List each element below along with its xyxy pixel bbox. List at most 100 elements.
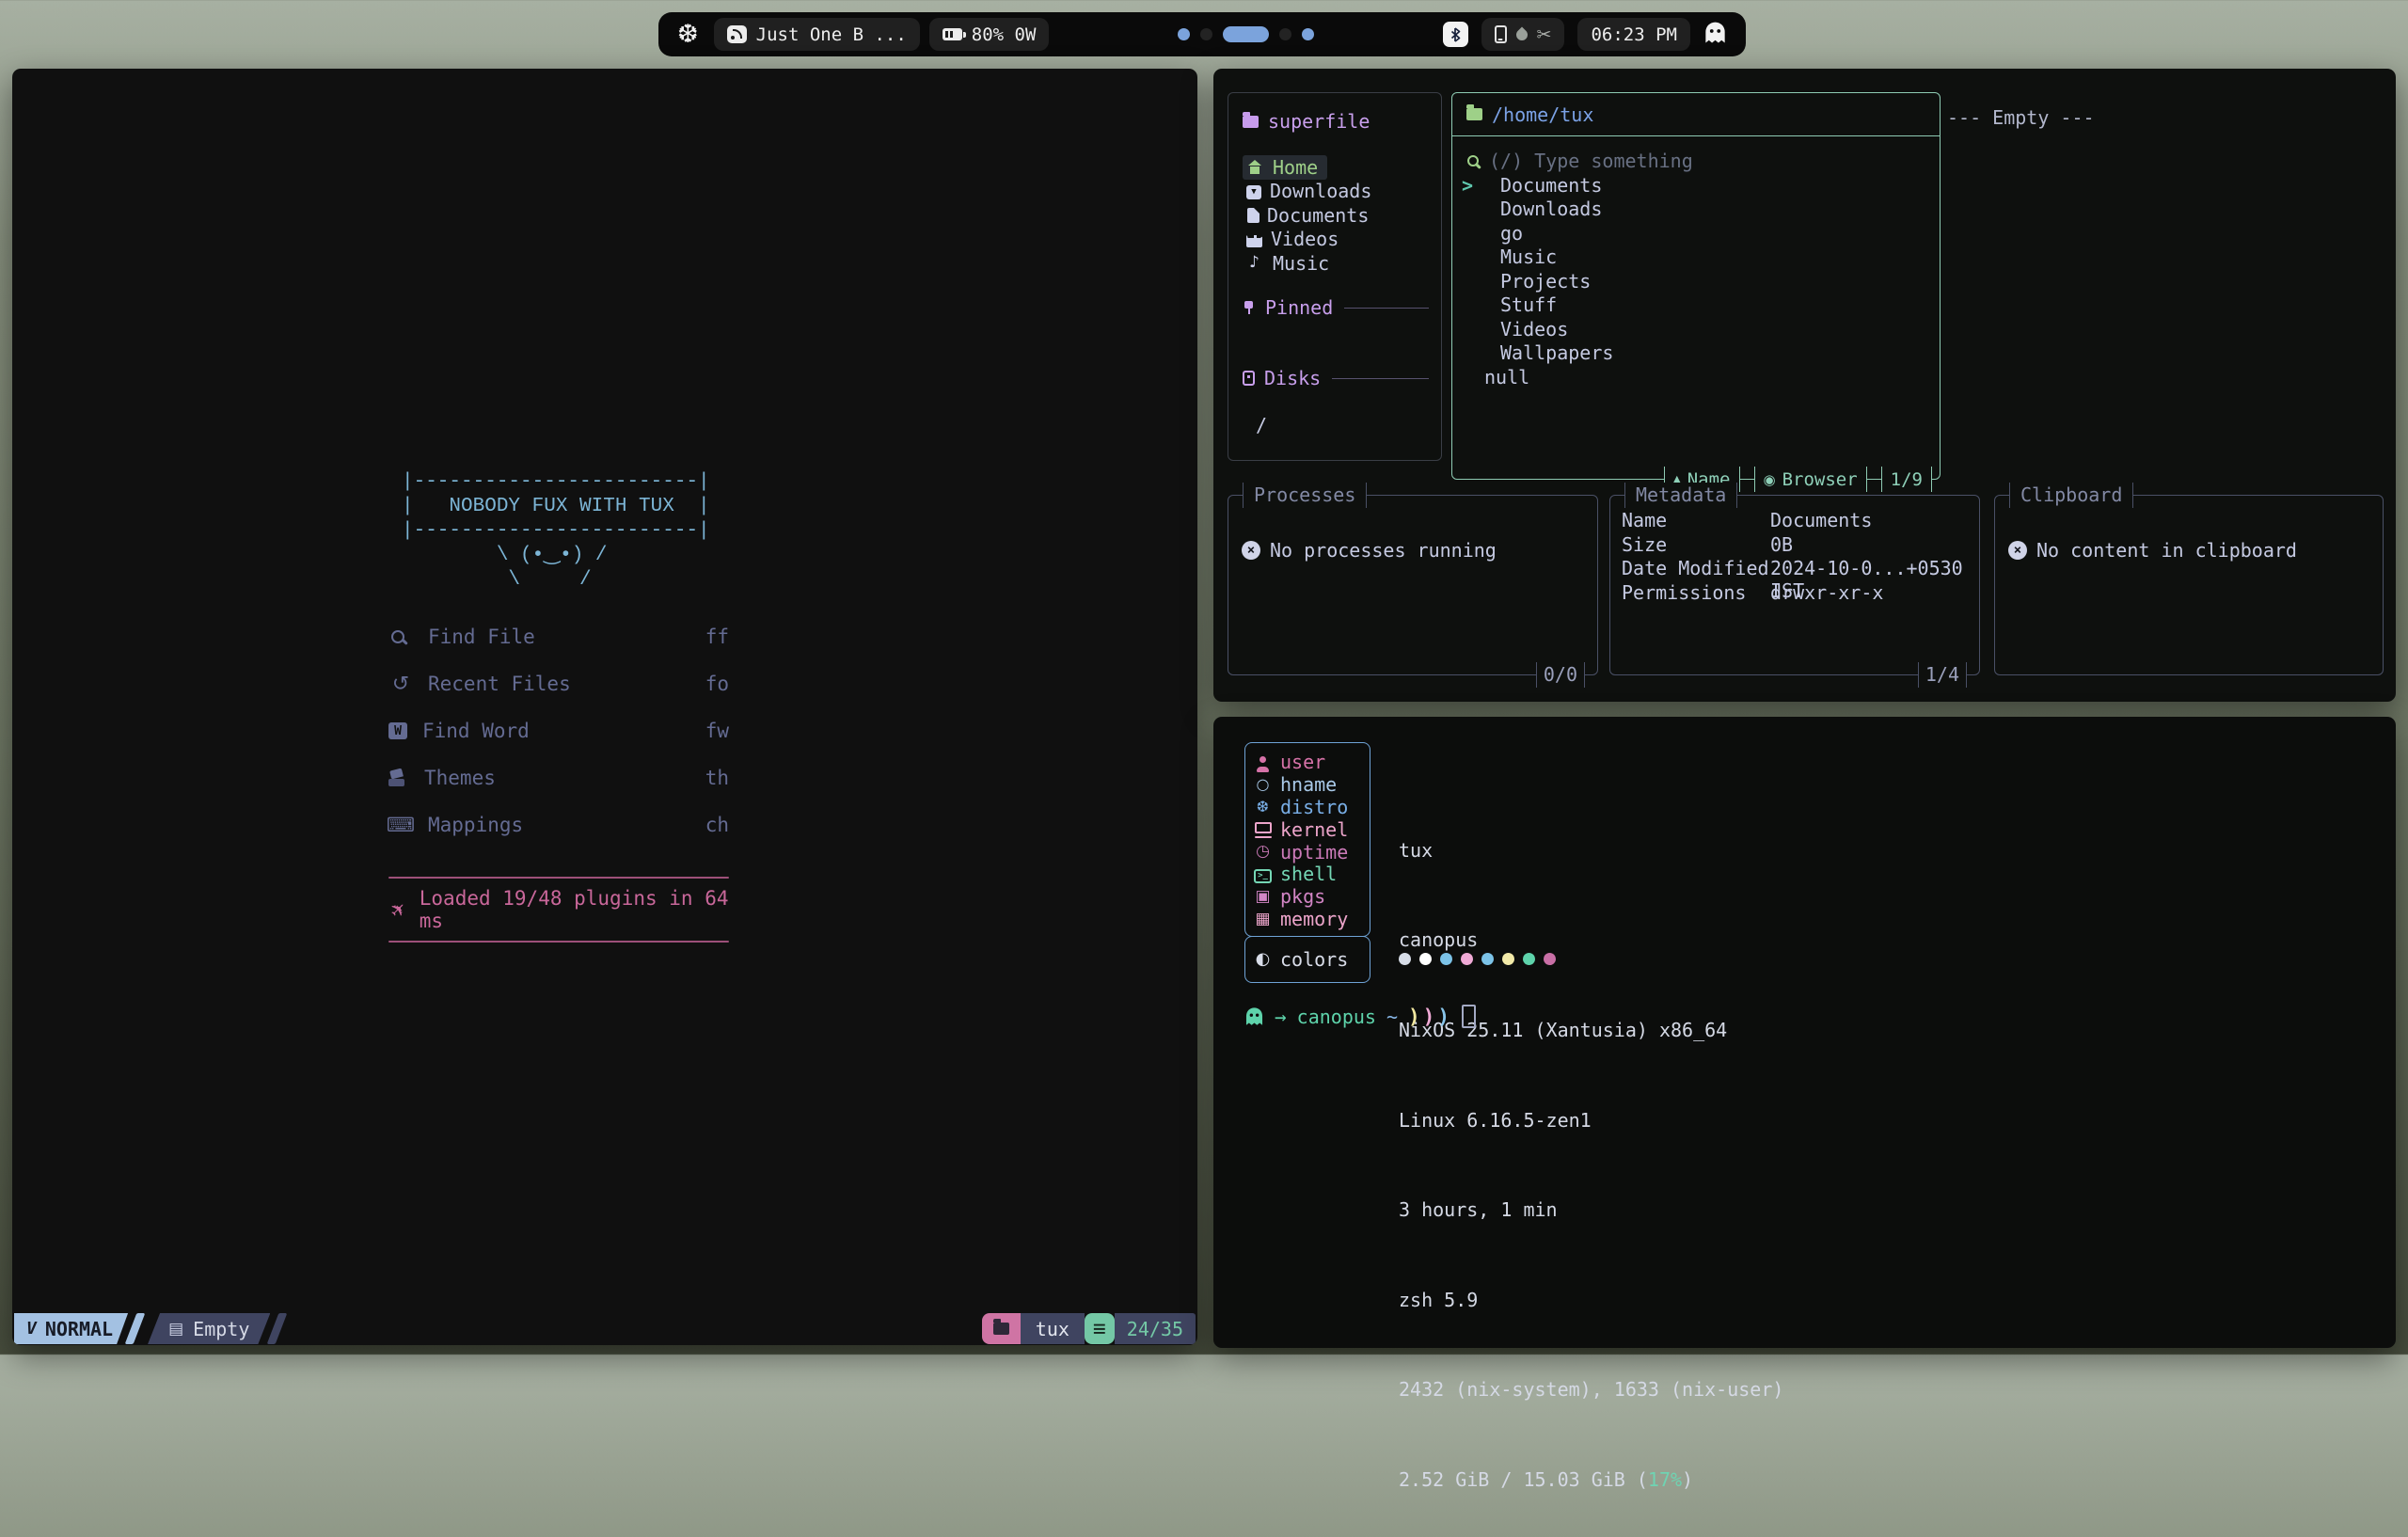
sidebar-item[interactable]: Videos <box>1243 228 1348 252</box>
file-row[interactable]: > Downloads <box>1462 198 1926 222</box>
metadata-key: Date Modified <box>1622 557 1770 581</box>
flame-icon[interactable] <box>1513 26 1529 42</box>
metadata-key: Permissions <box>1622 581 1770 606</box>
dashboard-menu: Find File ff Recent Files fo Find Word f… <box>388 613 729 848</box>
file-row[interactable]: > Documents <box>1462 173 1926 198</box>
fetch-label: hname <box>1280 773 1337 796</box>
menu-item-shortcut: th <box>705 767 729 789</box>
fetch-icon <box>1245 889 1280 905</box>
processes-empty-text: No processes running <box>1270 539 1497 562</box>
dashboard-menu-item[interactable]: Mappings ch <box>388 801 729 848</box>
menu-item-shortcut: fo <box>705 673 729 695</box>
fetch-label: uptime <box>1280 841 1348 864</box>
file-panel: /home/tux (/) Type something > Documents… <box>1451 92 1941 480</box>
phone-icon[interactable] <box>1495 25 1507 43</box>
metadata-row: Name Documents <box>1622 509 1968 533</box>
fetch-value: 2432 (nix-system), 1633 (nix-user) <box>1399 1379 1783 1402</box>
metadata-table: Name Documents Size 0B Date Modified 202… <box>1610 496 1979 605</box>
scissors-icon[interactable]: ✂ <box>1537 24 1552 45</box>
menu-item-icon <box>388 673 413 696</box>
battery-widget[interactable]: 80% 0W <box>929 18 1050 51</box>
fetch-label: user <box>1280 751 1325 773</box>
fetch-label: kernel <box>1280 818 1348 841</box>
mode-label: NORMAL <box>45 1318 113 1340</box>
file-name: Wallpapers <box>1500 341 1613 364</box>
menu-item-label: Themes <box>424 767 496 789</box>
prompt-arrow-icon: → <box>1275 1006 1287 1028</box>
menu-item-shortcut: ch <box>705 814 729 836</box>
file-row[interactable]: > Wallpapers <box>1462 341 1926 366</box>
clipboard-empty-text: No content in clipboard <box>2036 539 2297 562</box>
file-row[interactable]: > null <box>1462 365 1926 389</box>
shell-prompt[interactable]: → canopus ~ ))) <box>1244 1005 1476 1028</box>
workspace-dot[interactable] <box>1302 28 1314 40</box>
fetch-row: shell <box>1245 863 1370 885</box>
dashboard-menu-item[interactable]: Find Word fw <box>388 707 729 754</box>
file-row[interactable]: > Stuff <box>1462 293 1926 318</box>
palette-icon <box>1245 951 1280 968</box>
sidebar-item[interactable]: Documents <box>1243 203 1378 228</box>
fetch-row: memory <box>1245 908 1370 930</box>
file-name: go <box>1500 222 1523 245</box>
prompt-chevrons: ))) <box>1408 1006 1450 1028</box>
sidebar-item-label: Home <box>1273 156 1318 179</box>
menu-item-icon <box>388 769 409 786</box>
fetch-icon <box>1245 865 1280 883</box>
battery-icon <box>943 28 962 40</box>
sidebar-item-icon <box>1246 235 1262 247</box>
file-label: Empty <box>193 1318 249 1340</box>
dashboard-menu-item[interactable]: Recent Files fo <box>388 660 729 707</box>
search-input[interactable]: (/) Type something <box>1462 149 1926 173</box>
colors-label: colors <box>1280 948 1348 971</box>
view-mode-toggle[interactable]: ◉ Browser <box>1754 467 1867 492</box>
terminal-color-palette <box>1399 953 1556 965</box>
metadata-position-badge: 1/4 <box>1918 662 1967 688</box>
disk-icon <box>1243 371 1255 386</box>
file-row[interactable]: > Music <box>1462 246 1926 270</box>
workspace-dot[interactable] <box>1200 28 1212 40</box>
metadata-key: Size <box>1622 533 1770 558</box>
file-type-icon <box>1477 203 1493 215</box>
dashboard-menu-item[interactable]: Find File ff <box>388 613 729 660</box>
folder-icon <box>993 1323 1009 1335</box>
plugins-loaded-text: Loaded 19/48 plugins in 64 ms <box>420 887 729 932</box>
rocket-icon: ✈ <box>385 896 412 924</box>
file-row[interactable]: > go <box>1462 221 1926 246</box>
ghost-icon[interactable] <box>1703 21 1727 49</box>
file-row[interactable]: > Projects <box>1462 269 1926 293</box>
palette-dot <box>1419 953 1432 965</box>
bluetooth-icon[interactable] <box>1443 22 1468 47</box>
file-row[interactable]: > Videos <box>1462 317 1926 341</box>
sidebar-item[interactable]: Downloads <box>1243 180 1381 204</box>
workspace-dot[interactable] <box>1223 26 1269 42</box>
disk-root-entry[interactable]: / <box>1256 414 1267 436</box>
file-panel-path: /home/tux <box>1452 93 1940 136</box>
processes-title: Processes <box>1243 483 1367 508</box>
sidebar-item[interactable]: Music <box>1243 251 1339 276</box>
cross-circle-icon: × <box>1242 541 1260 560</box>
nixos-logo-icon[interactable]: ❆ <box>677 22 699 47</box>
file-name: null <box>1484 366 1529 388</box>
media-widget[interactable]: Just One B ... <box>714 18 920 51</box>
sidebar-item[interactable]: Home <box>1243 155 1327 180</box>
app-title-label: superfile <box>1268 110 1370 133</box>
file-type-icon <box>1477 275 1493 287</box>
workspace-indicator <box>1178 26 1314 42</box>
dashboard-menu-item[interactable]: Themes th <box>388 754 729 801</box>
menu-item-label: Find Word <box>422 720 530 742</box>
fetch-icon <box>1245 821 1280 838</box>
prompt-chevron: ) <box>1437 1006 1450 1028</box>
fastfetch-values: tux canopus NixOS 25.11 (Xantusia) x86_6… <box>1399 750 1783 1537</box>
folder-icon <box>1243 116 1259 128</box>
cwd-label: tux <box>1021 1313 1085 1344</box>
fetch-row: pkgs <box>1245 885 1370 908</box>
ghost-icon <box>1244 1006 1264 1026</box>
workspace-dot[interactable] <box>1279 28 1291 40</box>
file-position-badge: 1/9 <box>1881 467 1932 492</box>
workspace-dot[interactable] <box>1178 28 1190 40</box>
plugins-footer: ✈ Loaded 19/48 plugins in 64 ms <box>388 877 729 943</box>
clipboard-panel: Clipboard × No content in clipboard <box>1994 495 2384 675</box>
fetch-label: shell <box>1280 863 1337 885</box>
fastfetch-colors-box: colors <box>1244 936 1370 983</box>
fetch-row: uptime <box>1245 841 1370 864</box>
